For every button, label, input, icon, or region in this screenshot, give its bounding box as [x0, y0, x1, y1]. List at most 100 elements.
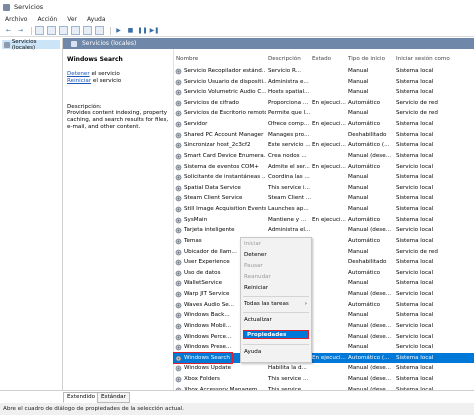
table-row[interactable]: Sistema de eventos COM+ Admite el ser... E…	[174, 162, 474, 173]
cell-startup-type: Automático	[348, 269, 381, 276]
table-row[interactable]: Uso de datos Automático Servicio local	[174, 268, 474, 279]
pause-service-icon[interactable]: ❚❚	[137, 26, 147, 35]
context-menu-propiedades[interactable]: Propiedades	[243, 330, 309, 339]
cell-logon-as: Sistema local	[396, 121, 434, 128]
cell-logon-as: Sistema local	[396, 68, 434, 74]
table-row[interactable]: Steam Client Service Steam Client ... Manu…	[174, 193, 474, 204]
cell-logon-as: Sistema local	[396, 131, 434, 138]
view-icon[interactable]	[95, 26, 104, 35]
table-row[interactable]: Windows Perce... Manual (dese... Servicio …	[174, 332, 474, 343]
tree-item-services-local[interactable]: Servicios (locales)	[2, 39, 60, 51]
cell-logon-as: Servicio local	[396, 344, 434, 351]
restart-service-link[interactable]: Reiniciar	[67, 78, 91, 84]
table-row[interactable]: Warp JIT Service Manual (dese... Servicio …	[174, 289, 474, 300]
table-row[interactable]: Sincronizar host_2c3cf2 Este servicio ...…	[174, 140, 474, 151]
menu-bar: Archivo Acción Ver Ayuda	[0, 14, 474, 25]
table-row[interactable]: Smart Card Device Enumera... Crea nodos .…	[174, 151, 474, 162]
table-row[interactable]: Solicitante de instantáneas ... Coordina …	[174, 172, 474, 183]
start-service-icon[interactable]: ▶	[114, 26, 123, 35]
context-menu-iniciar[interactable]: Iniciar	[241, 240, 311, 249]
service-gear-icon	[175, 312, 182, 319]
cell-status: En ejecuci...	[312, 142, 346, 149]
context-menu-all-tasks[interactable]: Todas las tareas ›	[241, 300, 311, 309]
stop-service-icon[interactable]: ■	[126, 26, 135, 35]
table-row[interactable]: Spatial Data Service This service i... Man…	[174, 183, 474, 194]
table-row[interactable]: Windows Mobil... Manual (dese... Servicio …	[174, 321, 474, 332]
tab-extendido[interactable]: Extendido	[63, 392, 100, 403]
menu-archivo[interactable]: Archivo	[0, 16, 32, 23]
service-gear-icon	[175, 89, 182, 96]
cell-status	[312, 183, 347, 194]
context-menu-reiniciar[interactable]: Reiniciar	[241, 284, 311, 293]
table-row[interactable]: Ubicador de llam... Manual Servicio de red	[174, 247, 474, 258]
table-row[interactable]: Servicio Usuario de dispositi... Administ…	[174, 77, 474, 88]
back-icon[interactable]: ←	[4, 26, 13, 35]
column-header-name[interactable]: Nombre	[176, 54, 198, 64]
service-gear-icon	[175, 291, 182, 298]
cell-description: Crea nodos ...	[268, 152, 307, 159]
view-tabs: Extendido Estándar	[0, 390, 474, 403]
column-header-status[interactable]: Estado	[312, 54, 331, 64]
service-gear-icon	[175, 280, 182, 287]
context-menu-detener[interactable]: Detener	[241, 251, 311, 260]
tab-estandar[interactable]: Estándar	[97, 392, 130, 403]
export-list-icon[interactable]	[71, 26, 80, 35]
table-row[interactable]: Servicios de cifrado Proporciona ... En ej…	[174, 98, 474, 109]
table-row[interactable]: Windows Update Habilita la d... Manual (de…	[174, 363, 474, 374]
stop-service-link[interactable]: Detener	[67, 71, 90, 77]
cell-logon-as: Sistema local	[396, 375, 434, 382]
service-gear-icon	[175, 334, 182, 341]
cell-startup-type: Manual	[348, 206, 369, 213]
cell-startup-type: Manual	[348, 110, 369, 117]
table-row[interactable]: Tarjeta inteligente Administra el... Manua…	[174, 225, 474, 236]
refresh-icon[interactable]	[59, 26, 68, 35]
forward-icon[interactable]: →	[16, 26, 25, 35]
table-row[interactable]: Servicios de Escritorio remoto Permite qu…	[174, 108, 474, 119]
help-icon[interactable]	[83, 26, 92, 35]
cell-logon-as: Servicio local	[396, 269, 434, 276]
table-row[interactable]: Shared PC Account Manager Manages pro... D…	[174, 130, 474, 141]
table-row[interactable]: Still Image Acquisition Events Launches a…	[174, 204, 474, 215]
cell-status	[312, 87, 347, 98]
restart-service-icon[interactable]: ▶❚	[150, 26, 160, 35]
cell-logon-as: Servicio local	[396, 163, 434, 170]
cell-status	[312, 66, 347, 77]
cell-description: Servicio R...	[268, 68, 302, 74]
context-menu-ayuda[interactable]: Ayuda	[241, 348, 311, 357]
table-row[interactable]: Xbox Folders This service ... Manual (dese…	[174, 374, 474, 385]
table-row[interactable]: SysMain Mantiene y ... En ejecuci... Automá…	[174, 215, 474, 226]
console-tree-icon[interactable]	[35, 26, 44, 35]
cell-name: Servicio Usuario de dispositi...	[184, 78, 266, 85]
cell-status	[312, 247, 347, 258]
menu-ayuda[interactable]: Ayuda	[82, 16, 111, 23]
menu-ver[interactable]: Ver	[62, 16, 82, 23]
cell-status	[312, 236, 347, 247]
column-header-startup-type[interactable]: Tipo de inicio	[348, 54, 385, 64]
services-table: Nombre Descripción Estado Tipo de inicio…	[174, 49, 474, 393]
cell-description: Steam Client ...	[268, 195, 311, 202]
properties-icon[interactable]	[47, 26, 56, 35]
table-row[interactable]: Windows Back... Manual Sistema local	[174, 310, 474, 321]
cell-status	[312, 77, 347, 88]
table-row[interactable]: Waves Audio Se... Automático Sistema local	[174, 300, 474, 311]
table-header: Nombre Descripción Estado Tipo de inicio…	[174, 54, 474, 64]
table-row[interactable]: Servidor Ofrece comp... En ejecuci... Autom…	[174, 119, 474, 130]
column-header-logon-as[interactable]: Iniciar sesión como	[396, 54, 450, 64]
table-row[interactable]: User Experience Deshabilitado Sistema loca…	[174, 257, 474, 268]
context-menu-reanudar[interactable]: Reanudar	[241, 273, 311, 282]
table-row[interactable]: Servicio Recopilador estánd... Servicio R…	[174, 66, 474, 77]
context-menu-pausar[interactable]: Pausar	[241, 262, 311, 271]
cell-description: Mantiene y ...	[268, 216, 307, 223]
context-menu-actualizar[interactable]: Actualizar	[241, 316, 311, 325]
menu-accion[interactable]: Acción	[32, 16, 62, 23]
cell-startup-type: Manual (dese...	[348, 227, 391, 234]
service-gear-icon	[175, 217, 182, 224]
service-gear-icon	[175, 249, 182, 256]
cell-description: Administra el...	[268, 227, 311, 234]
column-header-description[interactable]: Descripción	[268, 54, 301, 64]
service-gear-icon	[175, 142, 182, 149]
table-row[interactable]: Servicio Volumetric Audio C... Hosts spat…	[174, 87, 474, 98]
table-row[interactable]: Temas Automático Sistema local	[174, 236, 474, 247]
table-row[interactable]: WalletService Manual Sistema local	[174, 278, 474, 289]
cell-status: En ejecuci...	[312, 163, 346, 170]
